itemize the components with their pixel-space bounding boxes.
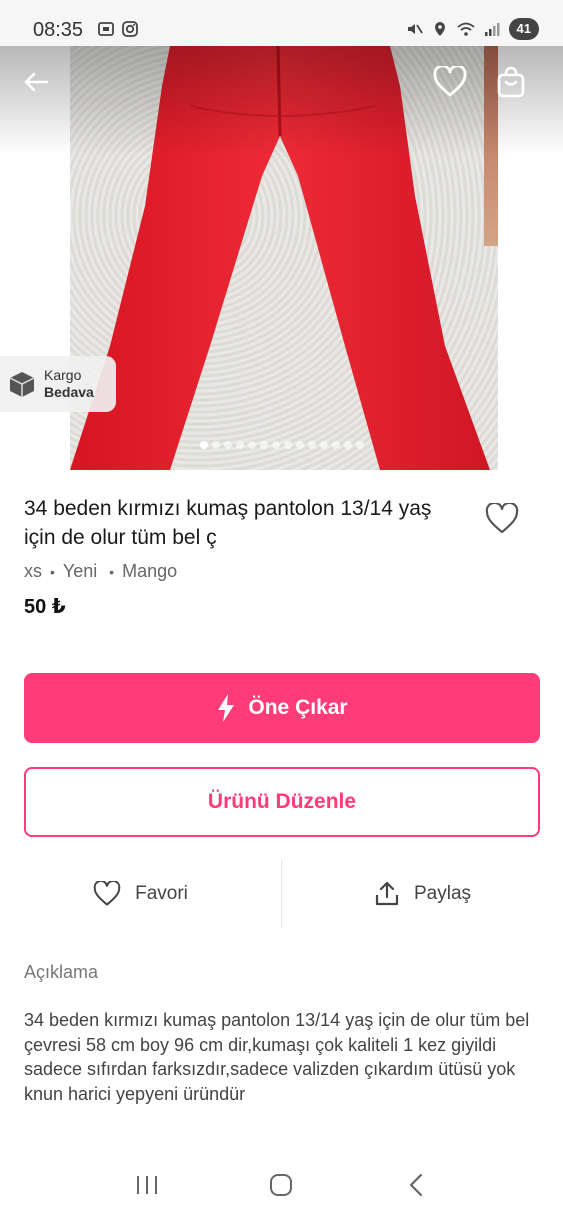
favorite-label: Favori: [135, 883, 188, 904]
carousel-dot[interactable]: [236, 441, 244, 449]
carousel-dot[interactable]: [284, 441, 292, 449]
recents-icon: [137, 1175, 158, 1194]
carousel-dot[interactable]: [296, 441, 304, 449]
status-bar: 08:35 41: [0, 0, 563, 46]
share-label: Paylaş: [413, 883, 472, 904]
favorite-top-button[interactable]: [428, 60, 472, 104]
shopping-bag-icon: [497, 66, 525, 98]
image-top-gradient: [0, 46, 563, 156]
product-meta: xs • Yeni • Mango: [24, 561, 177, 582]
share-icon: [375, 881, 399, 906]
instagram-icon: [122, 21, 138, 37]
wifi-icon: [456, 22, 475, 36]
signal-icon: [484, 23, 500, 36]
lightning-icon: [218, 694, 235, 722]
location-icon: [434, 22, 445, 36]
heart-icon: [485, 503, 519, 534]
status-time: 08:35: [33, 19, 84, 41]
carousel-dot[interactable]: [224, 441, 232, 449]
product-size: xs: [24, 561, 42, 581]
arrow-left-icon: [24, 72, 49, 92]
home-button[interactable]: [261, 1165, 301, 1205]
carousel-dot[interactable]: [272, 441, 280, 449]
chevron-left-icon: [409, 1173, 422, 1196]
product-title: 34 beden kırmızı kumaş pantolon 13/14 ya…: [24, 497, 432, 549]
carousel-dot[interactable]: [356, 441, 364, 449]
carousel-dot[interactable]: [320, 441, 328, 449]
free-label: Bedava: [44, 384, 94, 400]
bullet-separator: •: [105, 563, 115, 580]
product-price: 50 ₺: [24, 596, 66, 618]
share-action[interactable]: Paylaş: [282, 860, 563, 928]
description-text: 34 beden kırmızı kumaş pantolon 13/14 ya…: [24, 1010, 530, 1104]
cart-button[interactable]: [489, 60, 533, 104]
status-system-icons: 41: [405, 18, 539, 40]
bullet-separator: •: [50, 563, 55, 580]
product-condition: Yeni: [62, 561, 98, 581]
box-icon: [9, 372, 35, 397]
carousel-dot[interactable]: [248, 441, 256, 449]
mute-icon: [407, 24, 423, 34]
heart-icon: [93, 881, 121, 906]
carousel-dots[interactable]: [200, 441, 364, 449]
system-nav-bar: [0, 1150, 563, 1219]
home-icon: [270, 1173, 293, 1196]
carousel-dot[interactable]: [260, 441, 268, 449]
free-shipping-text: Kargo Bedava: [44, 367, 94, 401]
carousel-dot[interactable]: [344, 441, 352, 449]
product-image-carousel[interactable]: Kargo Bedava: [0, 46, 563, 470]
carousel-dot[interactable]: [200, 441, 208, 449]
back-button[interactable]: [14, 60, 58, 104]
status-notification-icons: [97, 20, 139, 38]
carousel-dot[interactable]: [212, 441, 220, 449]
carousel-dot[interactable]: [308, 441, 316, 449]
back-nav-button[interactable]: [396, 1165, 436, 1205]
edit-label: Ürünü Düzenle: [207, 790, 357, 813]
screenshot-icon: [98, 22, 114, 36]
actions-row: Favori Paylaş: [0, 860, 563, 928]
carousel-dot[interactable]: [332, 441, 340, 449]
product-brand: Mango: [122, 561, 178, 581]
edit-product-button[interactable]: Ürünü Düzenle: [24, 767, 540, 837]
promote-button[interactable]: Öne Çıkar: [24, 673, 540, 743]
recent-apps-button[interactable]: [127, 1165, 167, 1205]
cargo-label: Kargo: [44, 367, 82, 383]
favorite-button[interactable]: [481, 498, 523, 540]
heart-icon: [433, 66, 467, 97]
favorite-action[interactable]: Favori: [0, 860, 281, 928]
description-label: Açıklama: [24, 962, 99, 982]
battery-indicator: 41: [508, 18, 539, 40]
promote-label: Öne Çıkar: [248, 696, 348, 719]
free-shipping-badge: Kargo Bedava: [0, 356, 116, 412]
